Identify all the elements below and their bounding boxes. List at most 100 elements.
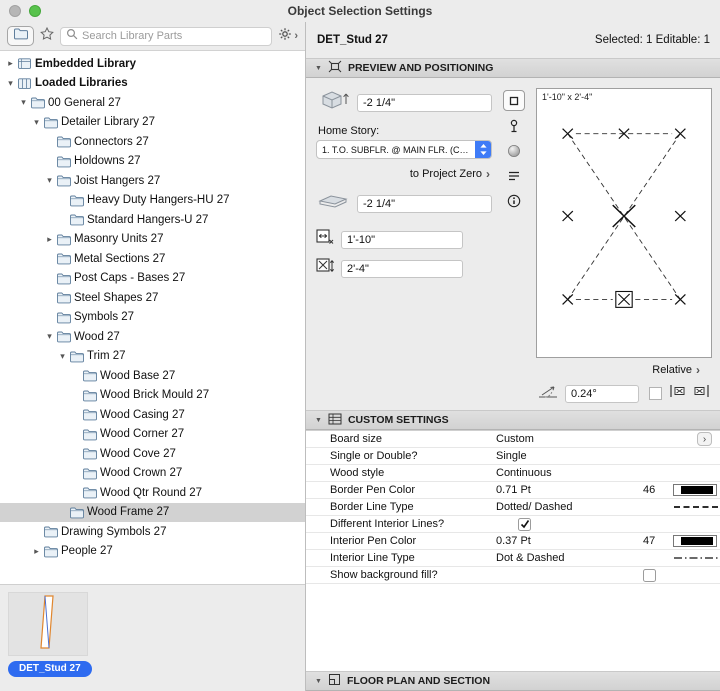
tree-item[interactable]: Holdowns 27 <box>0 152 305 172</box>
relative-dropdown[interactable]: Relative › <box>536 358 712 382</box>
tree-item[interactable]: Heavy Duty Hangers-HU 27 <box>0 191 305 211</box>
pen-color-swatch[interactable] <box>673 484 717 496</box>
top-offset-field[interactable] <box>357 93 492 112</box>
setting-value[interactable]: Continuous <box>496 467 641 479</box>
chevron-down-icon[interactable]: ▾ <box>43 331 56 342</box>
stepper-icon[interactable] <box>475 141 491 158</box>
preview-info-button[interactable] <box>503 190 525 211</box>
angle-aux-field[interactable] <box>649 387 662 400</box>
width-field[interactable] <box>341 230 463 249</box>
section-preview-positioning[interactable]: ▼ PREVIEW AND POSITIONING <box>306 58 720 78</box>
line-type-preview[interactable] <box>673 503 720 511</box>
chevron-down-icon[interactable]: ▾ <box>4 78 17 89</box>
symbol-preview[interactable]: 1'-10" x 2'-4" <box>536 88 712 358</box>
tree-item[interactable]: ▾ Loaded Libraries <box>0 74 305 94</box>
home-story-select[interactable]: 1. T.O. SUBFLR. @ MAIN FLR. (C… <box>316 140 492 159</box>
favorites-star-button[interactable] <box>40 26 54 46</box>
to-project-zero-button[interactable]: to Project Zero › <box>410 167 490 181</box>
tree-item[interactable]: ▸ Embedded Library <box>0 54 305 74</box>
setting-value[interactable]: Dotted/ Dashed <box>496 501 641 513</box>
rotation-angle-field[interactable] <box>565 384 639 403</box>
tree-item[interactable]: Metal Sections 27 <box>0 249 305 269</box>
row-chevron-icon[interactable]: › <box>697 432 712 446</box>
settings-row[interactable]: Interior Pen Color 0.37 Pt 47 <box>306 533 720 550</box>
settings-row[interactable]: Interior Line Type Dot & Dashed <box>306 550 720 567</box>
section-custom-settings[interactable]: ▼ CUSTOM SETTINGS <box>306 410 720 430</box>
chevron-right-icon[interactable]: ▸ <box>30 546 43 557</box>
tree-item[interactable]: Symbols 27 <box>0 308 305 328</box>
tree-item[interactable]: Wood Cove 27 <box>0 444 305 464</box>
tree-item[interactable]: Wood Base 27 <box>0 366 305 386</box>
tree-item[interactable]: Drawing Symbols 27 <box>0 522 305 542</box>
tree-item[interactable]: ▸ People 27 <box>0 542 305 562</box>
chevron-down-icon[interactable]: ▾ <box>30 117 43 128</box>
setting-control[interactable] <box>673 535 720 547</box>
settings-row[interactable]: Wood style Continuous <box>306 465 720 482</box>
tree-item[interactable]: Wood Brick Mould 27 <box>0 386 305 406</box>
tree-item[interactable]: Post Caps - Bases 27 <box>0 269 305 289</box>
tree-item[interactable]: Wood Frame 27 <box>0 502 305 522</box>
chevron-right-icon[interactable]: ▸ <box>4 58 17 69</box>
chevron-down-icon[interactable]: ▾ <box>56 351 69 362</box>
setting-value[interactable]: 0.71 Pt <box>496 484 641 496</box>
setting-value[interactable] <box>496 517 641 531</box>
background-fill-checkbox[interactable] <box>643 568 656 582</box>
chevron-down-icon[interactable]: ▾ <box>43 175 56 186</box>
setting-value[interactable]: 0.37 Pt <box>496 535 641 547</box>
mirror-icon[interactable] <box>667 383 687 404</box>
tree-item[interactable]: ▾ 00 General 27 <box>0 93 305 113</box>
settings-row[interactable]: Single or Double? Single <box>306 448 720 465</box>
settings-row[interactable]: Different Interior Lines? <box>306 516 720 533</box>
tree-item[interactable]: ▾ Wood 27 <box>0 327 305 347</box>
tree-item[interactable]: Wood Corner 27 <box>0 425 305 445</box>
disclosure-triangle-icon[interactable]: ▼ <box>315 417 322 424</box>
pen-color-swatch[interactable] <box>673 535 717 547</box>
tree-item[interactable]: ▸ Masonry Units 27 <box>0 230 305 250</box>
tree-item[interactable]: ▾ Detailer Library 27 <box>0 113 305 133</box>
setting-control[interactable] <box>673 484 720 496</box>
part-thumbnail[interactable] <box>8 592 88 656</box>
tree-item[interactable]: Wood Crown 27 <box>0 464 305 484</box>
folder-view-button[interactable] <box>7 26 34 46</box>
folder-icon <box>82 467 100 480</box>
titlebar[interactable]: Object Selection Settings <box>0 0 720 22</box>
setting-control[interactable] <box>673 503 720 511</box>
zoom-button[interactable] <box>29 5 41 17</box>
setting-value[interactable]: Custom <box>496 433 641 445</box>
library-tree[interactable]: ▸ Embedded Library ▾ Loaded Libraries ▾ 00 Ge… <box>0 51 305 584</box>
tree-item[interactable]: Connectors 27 <box>0 132 305 152</box>
search-box[interactable] <box>60 26 273 46</box>
disclosure-triangle-icon[interactable]: ▼ <box>315 65 322 72</box>
interior-lines-checkbox[interactable] <box>518 517 531 531</box>
settings-row[interactable]: Show background fill? <box>306 567 720 584</box>
height-field[interactable] <box>341 259 463 278</box>
tree-item[interactable]: ▾ Trim 27 <box>0 347 305 367</box>
settings-row[interactable]: Border Pen Color 0.71 Pt 46 <box>306 482 720 499</box>
disclosure-triangle-icon[interactable]: ▼ <box>315 678 322 685</box>
settings-menu-button[interactable]: › <box>278 27 298 46</box>
setting-control[interactable] <box>673 554 720 562</box>
tree-item[interactable]: Wood Qtr Round 27 <box>0 483 305 503</box>
line-type-preview[interactable] <box>673 554 720 562</box>
settings-row[interactable]: Border Line Type Dotted/ Dashed <box>306 499 720 516</box>
insertion-point-icon[interactable] <box>692 383 712 404</box>
setting-value[interactable]: Dot & Dashed <box>496 552 641 564</box>
search-input[interactable] <box>82 30 267 42</box>
preview-front-view-button[interactable] <box>503 115 525 136</box>
section-floor-plan[interactable]: ▼ FLOOR PLAN AND SECTION <box>306 671 720 691</box>
tree-item-label: Connectors 27 <box>74 135 149 148</box>
settings-row[interactable]: Board size Custom › <box>306 431 720 448</box>
setting-value[interactable]: Single <box>496 450 641 462</box>
chevron-down-icon[interactable]: ▾ <box>17 97 30 108</box>
preview-section-button[interactable] <box>503 165 525 186</box>
tree-item[interactable]: Steel Shapes 27 <box>0 288 305 308</box>
preview-3d-view-button[interactable] <box>503 140 525 161</box>
tree-item[interactable]: Standard Hangers-U 27 <box>0 210 305 230</box>
preview-2d-symbol-button[interactable] <box>503 90 525 111</box>
chevron-right-icon[interactable]: ▸ <box>43 234 56 245</box>
close-button[interactable] <box>9 5 21 17</box>
bottom-offset-field[interactable] <box>357 194 492 213</box>
setting-control[interactable]: › <box>673 432 720 446</box>
tree-item[interactable]: Wood Casing 27 <box>0 405 305 425</box>
tree-item[interactable]: ▾ Joist Hangers 27 <box>0 171 305 191</box>
